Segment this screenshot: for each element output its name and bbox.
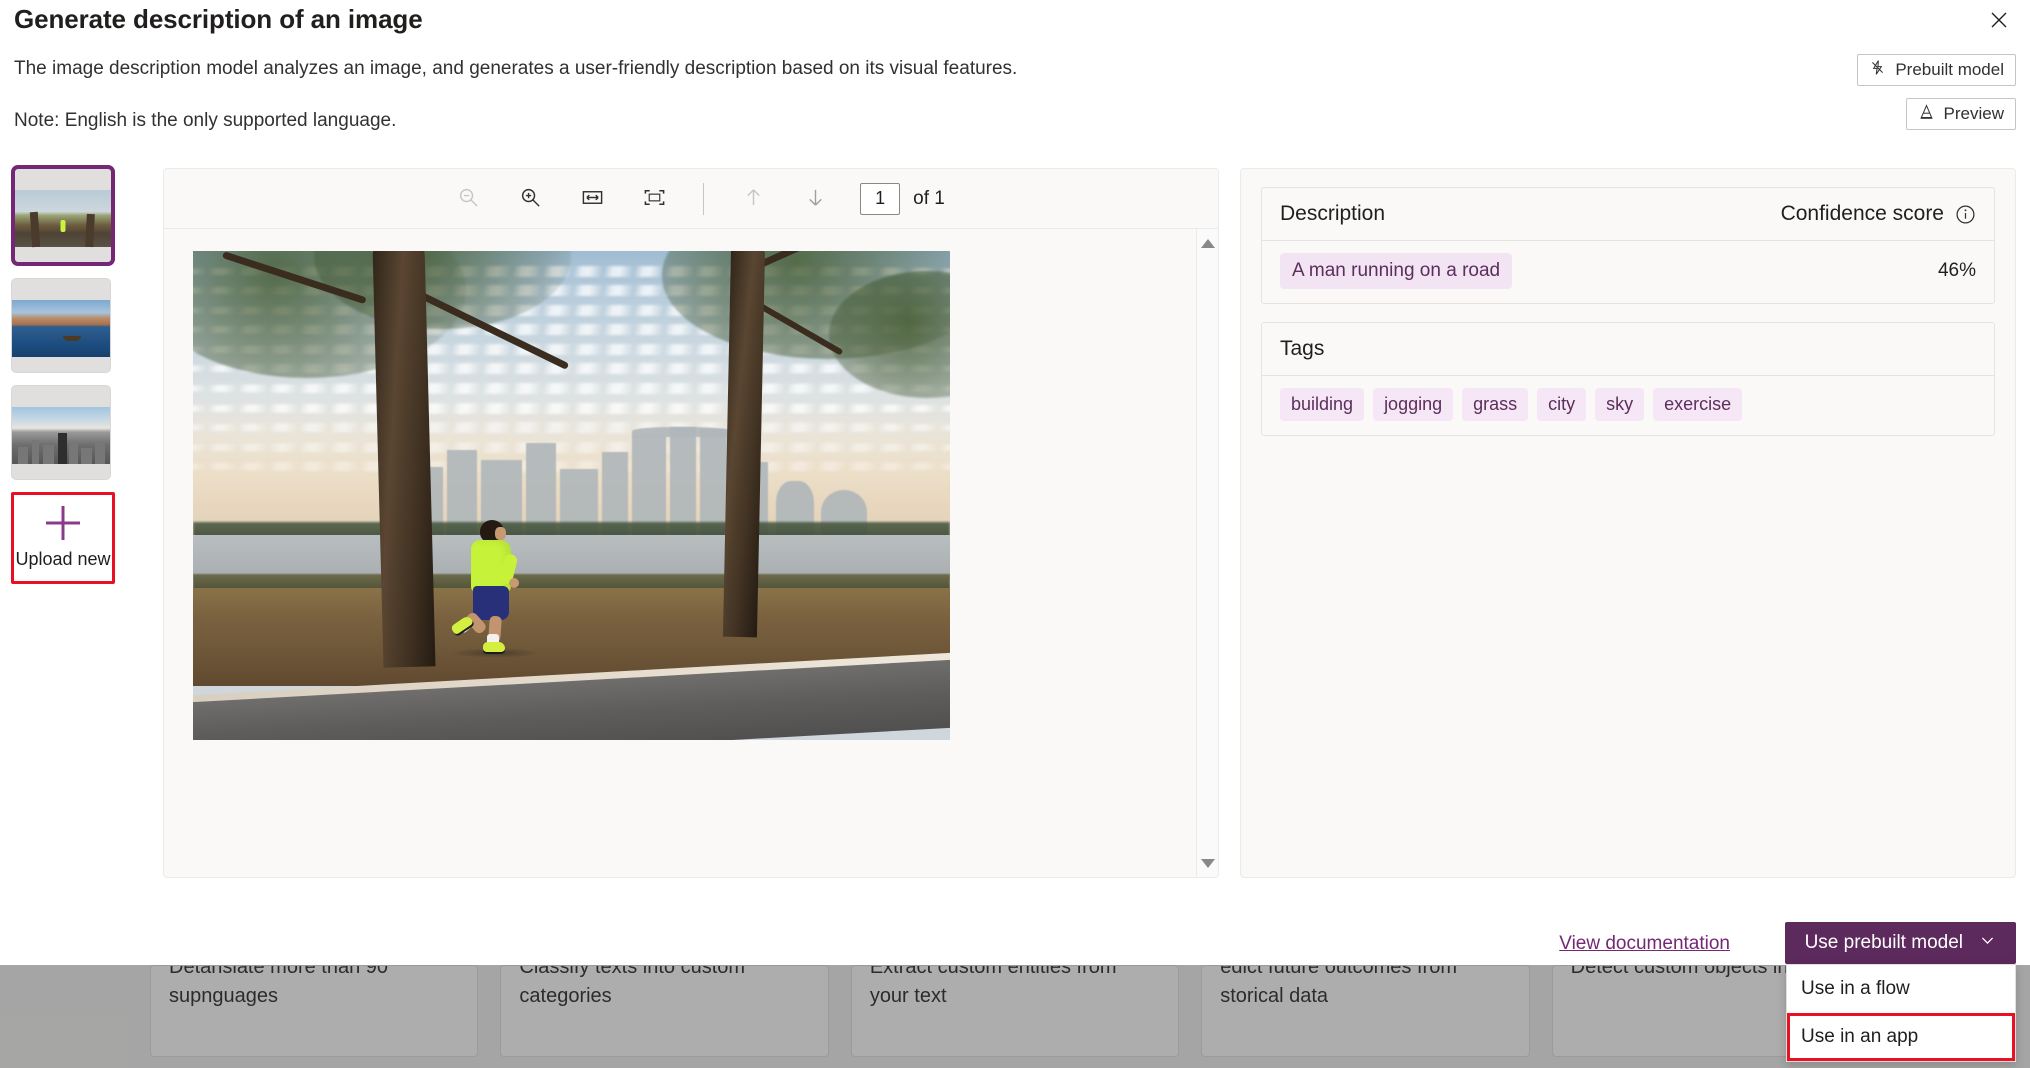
chevron-down-icon — [1979, 932, 1996, 955]
previous-page-button[interactable] — [730, 179, 776, 219]
upload-new-button[interactable]: Upload new — [11, 492, 115, 584]
tag-item[interactable]: city — [1537, 388, 1586, 421]
zoom-out-button[interactable] — [445, 179, 491, 219]
description-header-label: Description — [1280, 202, 1385, 226]
dialog-subtitle: The image description model analyzes an … — [14, 58, 1017, 80]
scroll-down-arrow-icon[interactable] — [1201, 859, 1215, 868]
menu-item-use-in-a-flow[interactable]: Use in a flow — [1787, 965, 2015, 1013]
thumbnail-image — [12, 300, 110, 357]
scroll-up-arrow-icon[interactable] — [1201, 239, 1215, 248]
tags-card-header: Tags — [1262, 323, 1994, 376]
upload-new-label: Upload new — [15, 549, 110, 570]
close-button[interactable] — [1982, 4, 2016, 38]
tag-item[interactable]: building — [1280, 388, 1364, 421]
description-row: A man running on a road 46% — [1262, 241, 1994, 303]
description-card: Description Confidence score A man runni… — [1261, 187, 1995, 304]
close-icon — [1989, 10, 2009, 33]
thumbnail-image — [15, 190, 111, 247]
results-panel: Description Confidence score A man runni… — [1240, 168, 2016, 878]
use-model-dropdown-menu: Use in a flow Use in an app — [1786, 964, 2016, 1062]
page-total-label: of 1 — [913, 188, 945, 210]
fit-page-button[interactable] — [631, 179, 677, 219]
runner-in-park-thumbnail[interactable] — [11, 165, 115, 266]
tag-item[interactable]: grass — [1462, 388, 1528, 421]
lightning-bolt-icon — [1869, 59, 1886, 81]
viewer-toolbar: of 1 — [164, 169, 1218, 229]
viewer-scrollbar[interactable] — [1196, 229, 1218, 878]
preview-badge-label: Preview — [1944, 104, 2004, 124]
page-title: Generate description of an image — [14, 4, 423, 35]
zoom-in-button[interactable] — [507, 179, 553, 219]
image-viewer: of 1 — [163, 168, 1219, 878]
toolbar-divider — [703, 183, 704, 215]
tag-item[interactable]: sky — [1595, 388, 1644, 421]
construction-cone-icon — [1918, 103, 1935, 125]
zoom-in-icon — [519, 186, 542, 212]
fit-width-icon — [581, 186, 604, 212]
description-confidence: 46% — [1938, 260, 1976, 282]
tags-card: Tags building jogging grass city sky exe… — [1261, 322, 1995, 436]
preview-badge[interactable]: Preview — [1906, 98, 2016, 130]
arrow-up-icon — [742, 186, 765, 212]
document-image — [193, 251, 950, 740]
city-skyline-thumbnail[interactable] — [11, 385, 111, 480]
zoom-out-icon — [457, 186, 480, 212]
description-pill: A man running on a road — [1280, 253, 1512, 289]
plus-icon — [46, 506, 80, 540]
waterfront-town-thumbnail[interactable] — [11, 278, 111, 373]
tag-list: building jogging grass city sky exercise — [1262, 376, 1994, 435]
tag-item[interactable]: jogging — [1373, 388, 1453, 421]
thumbnail-rail: Upload new — [11, 165, 129, 584]
view-documentation-link[interactable]: View documentation — [1559, 933, 1730, 955]
use-prebuilt-model-label: Use prebuilt model — [1805, 932, 1963, 954]
fit-width-button[interactable] — [569, 179, 615, 219]
confidence-score-label: Confidence score — [1781, 202, 1944, 226]
prebuilt-model-badge[interactable]: Prebuilt model — [1857, 54, 2016, 86]
fit-page-icon — [643, 186, 666, 212]
runner-figure — [469, 520, 515, 648]
generate-description-dialog: Generate description of an image The ima… — [0, 0, 2030, 965]
thumbnail-image — [12, 407, 110, 464]
dialog-note: Note: English is the only supported lang… — [14, 110, 396, 132]
tags-header-label: Tags — [1280, 337, 1324, 361]
prebuilt-model-badge-label: Prebuilt model — [1895, 60, 2004, 80]
info-icon[interactable] — [1955, 204, 1976, 225]
arrow-down-icon — [804, 186, 827, 212]
next-page-button[interactable] — [792, 179, 838, 219]
page-number-input[interactable] — [860, 183, 900, 215]
description-card-header: Description Confidence score — [1262, 188, 1994, 241]
use-prebuilt-model-button[interactable]: Use prebuilt model — [1785, 922, 2016, 964]
viewer-canvas — [164, 229, 1218, 878]
tag-item[interactable]: exercise — [1653, 388, 1742, 421]
menu-item-use-in-an-app[interactable]: Use in an app — [1787, 1013, 2015, 1061]
